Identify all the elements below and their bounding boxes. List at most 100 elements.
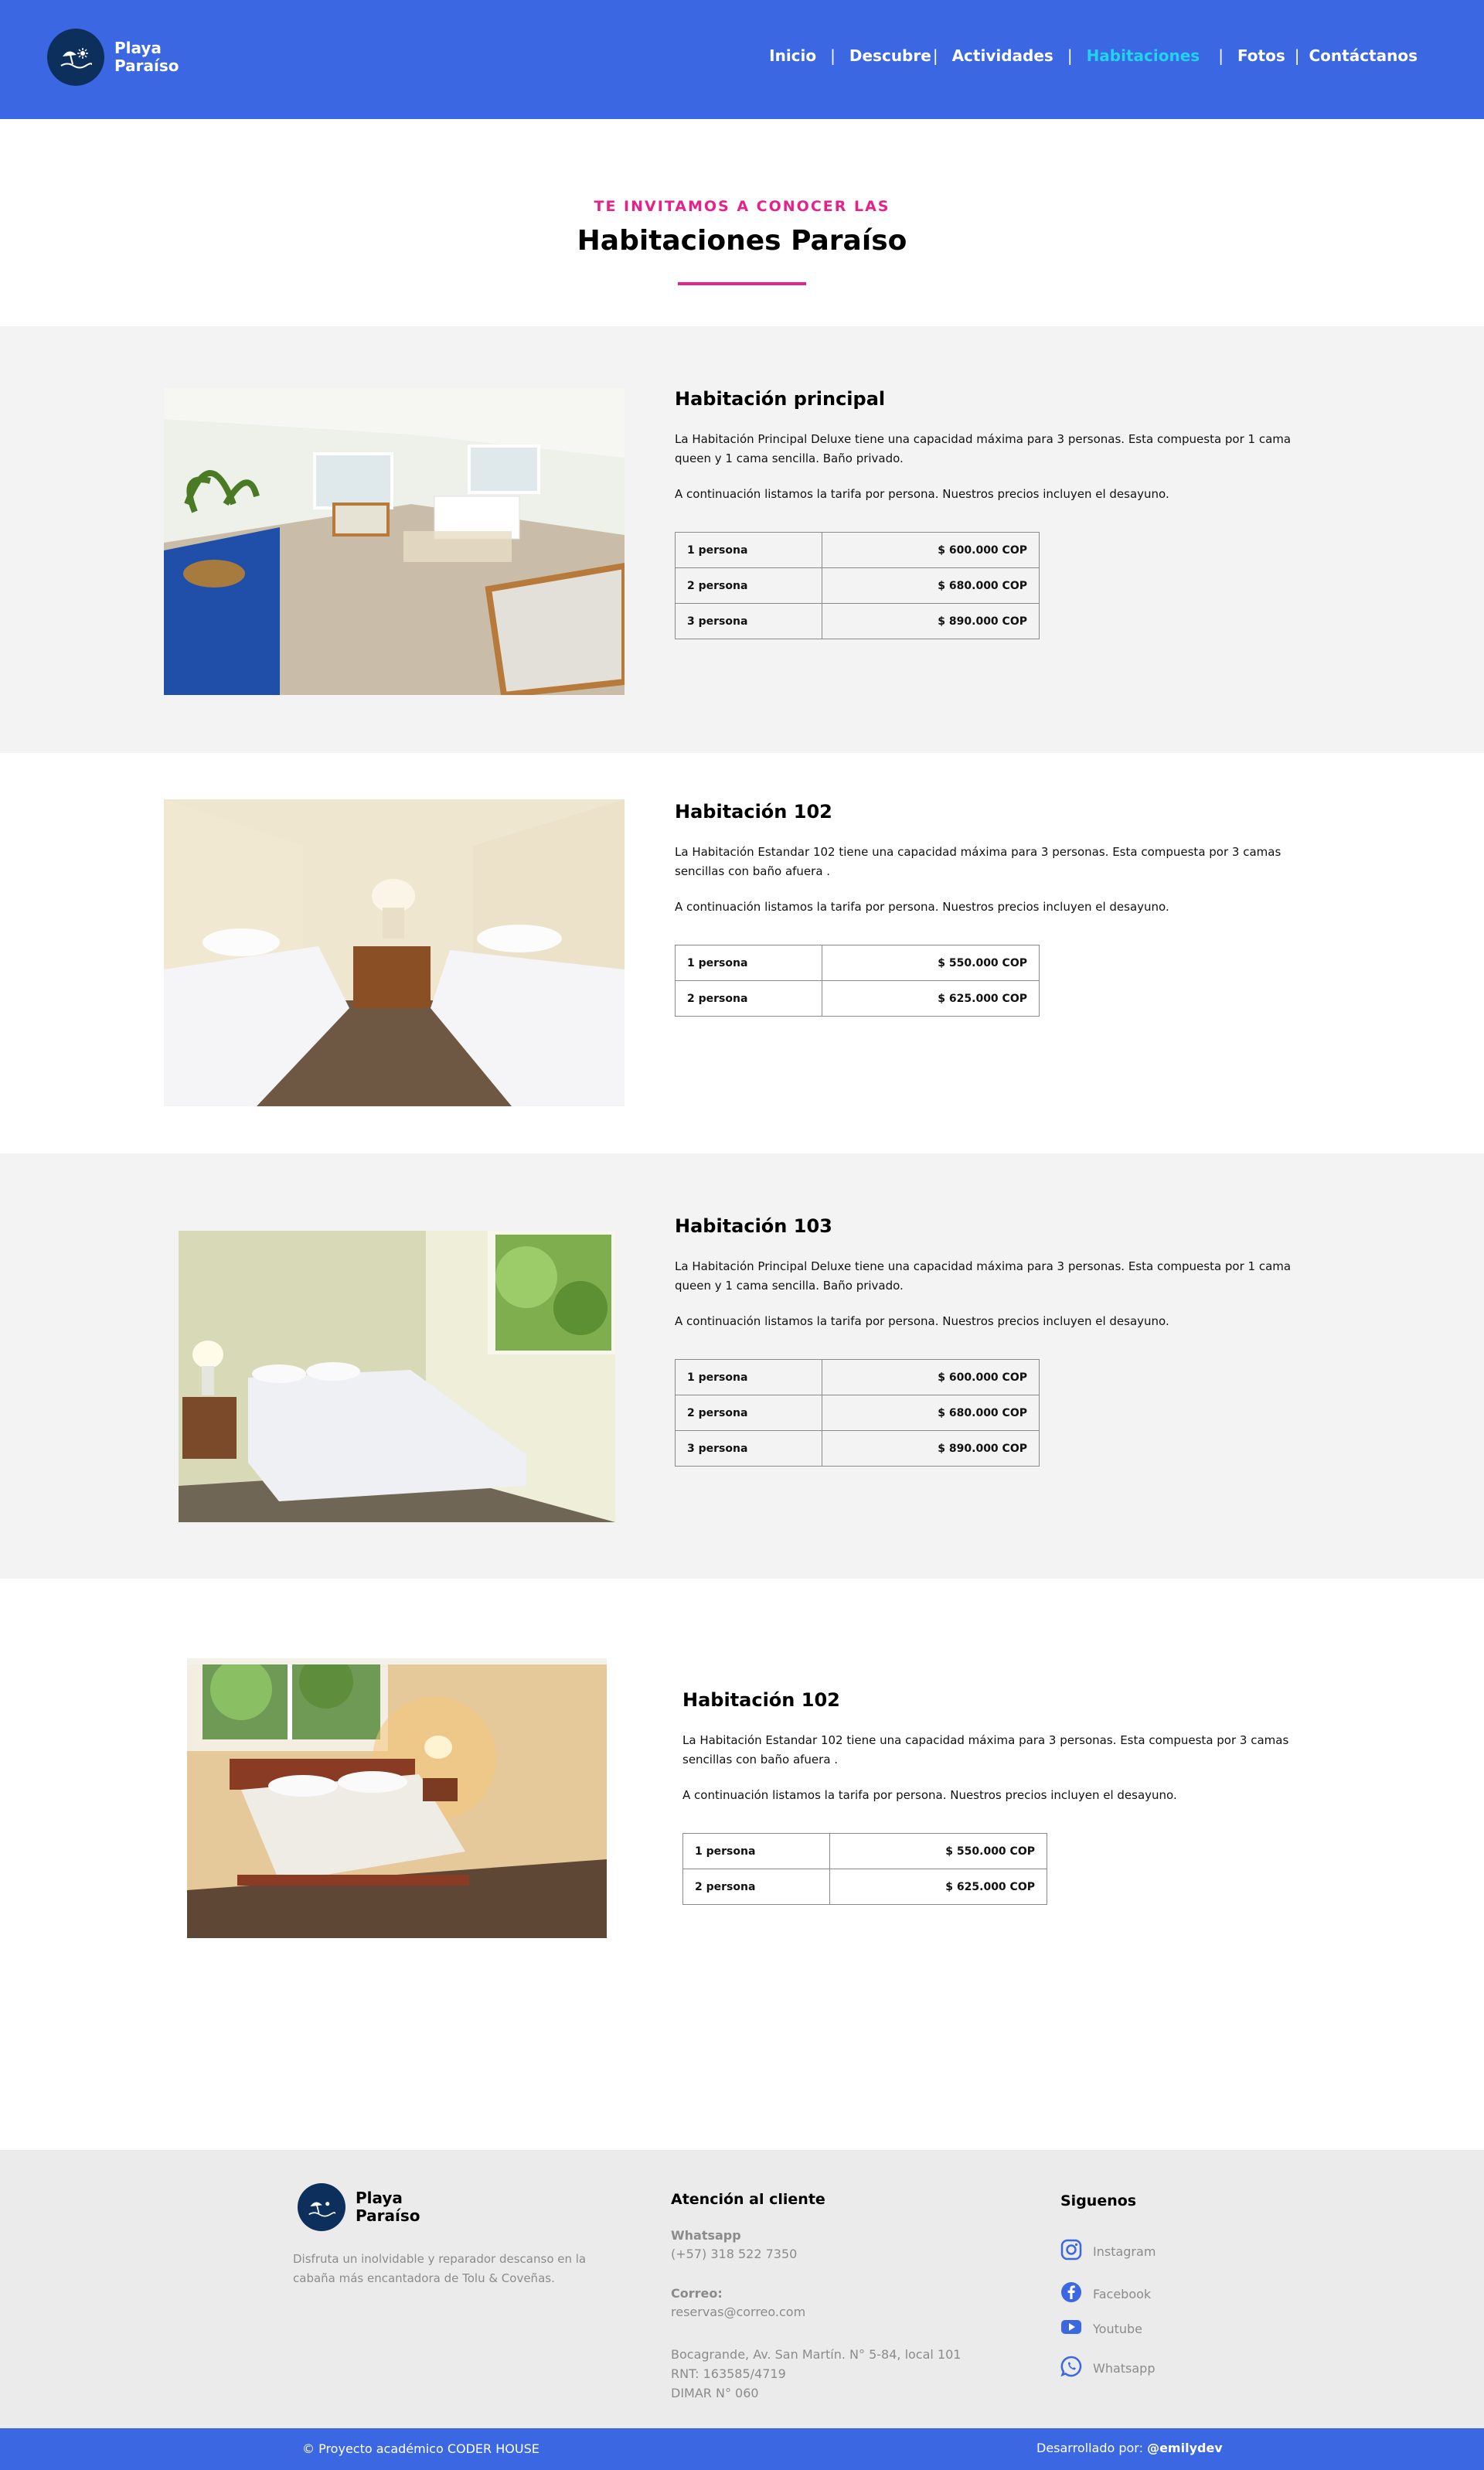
room-info-102: Habitación 102 La Habitación Estandar 10… [675,801,1309,1017]
palm-umbrella-icon [47,29,104,86]
rate-note: A continuación listamos la tarifa por pe… [675,487,1169,501]
developer-credit: Desarrollado por: @emilydev [1036,2441,1223,2455]
rate-table: 1 persona $ 550.000 COP 2 persona $ 625.… [682,1833,1047,1905]
rate-label: 2 persona [675,980,822,1017]
rate-price: $ 550.000 COP [829,1833,1047,1869]
footer-brand-line-1: Playa [356,2189,403,2207]
nav-fotos[interactable]: Fotos [1237,46,1285,65]
table-row: 3 persona $ 890.000 COP [675,603,1040,639]
room-description: La Habitación Principal Deluxe tiene una… [675,432,1292,465]
footer-bottom-bar: © Proyecto académico CODER HOUSE Desarro… [0,2428,1484,2470]
table-row: 1 persona $ 550.000 COP [675,945,1040,981]
copyright-text: © Proyecto académico CODER HOUSE [302,2441,539,2456]
rnt-line: RNT: 163585/4719 [671,2366,786,2381]
nav-contactanos[interactable]: Contáctanos [1309,46,1418,65]
social-label: Whatsapp [1093,2360,1156,2376]
rate-label: 2 persona [675,567,822,604]
room-description: La Habitación Estandar 102 tiene una cap… [682,1733,1289,1766]
nav-separator: | [830,46,836,65]
brand-logo[interactable]: Playa Paraíso [47,29,179,86]
email-address[interactable]: reservas@correo.com [671,2302,805,2322]
rate-note: A continuación listamos la tarifa por pe… [682,1788,1177,1802]
rate-table: 1 persona $ 550.000 COP 2 persona $ 625.… [675,945,1040,1017]
rate-price: $ 680.000 COP [822,1395,1040,1431]
room-photo-103 [179,1231,615,1522]
social-facebook[interactable]: Facebook [1060,2281,1151,2306]
brand-name: Playa Paraíso [114,39,179,75]
rate-label: 3 persona [675,1430,822,1467]
site-header: Playa Paraíso Inicio | Descubre | Activi… [0,0,1484,119]
rate-price: $ 600.000 COP [822,1359,1040,1395]
rate-price: $ 890.000 COP [822,603,1040,639]
room-section-102: Habitación 102 La Habitación Estandar 10… [0,753,1484,1153]
title-divider [678,282,806,285]
support-title: Atención al cliente [671,2191,825,2208]
instagram-icon [1060,2239,1082,2264]
social-title: Siguenos [1060,2192,1137,2209]
nav-descubre[interactable]: Descubre [849,46,931,65]
footer-description: Disfruta un inolvidable y reparador desc… [293,2252,587,2285]
rate-label: 1 persona [675,945,822,981]
address-line: Bocagrande, Av. San Martín. N° 5-84, loc… [671,2347,962,2362]
footer-brand-name: Playa Paraíso [356,2189,420,2225]
palm-umbrella-icon [298,2183,345,2231]
rate-table: 1 persona $ 600.000 COP 2 persona $ 680.… [675,532,1040,639]
room-photo-principal [164,388,625,695]
table-row: 2 persona $ 625.000 COP [675,980,1040,1017]
developer-handle[interactable]: @emilydev [1147,2441,1223,2455]
social-whatsapp[interactable]: Whatsapp [1060,2356,1156,2380]
table-row: 2 persona $ 680.000 COP [675,567,1040,604]
nav-actividades[interactable]: Actividades [952,46,1053,65]
table-row: 3 persona $ 890.000 COP [675,1430,1040,1467]
social-youtube[interactable]: Youtube [1060,2318,1142,2339]
rate-label: 1 persona [675,532,822,568]
nav-inicio[interactable]: Inicio [769,46,816,65]
nav-separator: | [1294,46,1300,65]
rate-label: 1 persona [675,1359,822,1395]
brand-line-2: Paraíso [114,56,179,75]
nav-habitaciones[interactable]: Habitaciones [1087,46,1200,65]
room-section-103: Habitación 103 La Habitación Principal D… [0,1153,1484,1579]
rate-label: 2 persona [682,1869,830,1905]
intro-eyebrow: TE INVITAMOS A CONOCER LAS [594,198,890,215]
nav-separator: | [1218,46,1224,65]
facebook-icon [1060,2281,1082,2306]
page-title: Habitaciones Paraíso [577,225,907,257]
room-title: Habitación 103 [675,1215,832,1237]
dimar-line: DIMAR N° 060 [671,2386,759,2400]
room-info-102-b: Habitación 102 La Habitación Estandar 10… [682,1689,1316,1905]
youtube-icon [1060,2318,1082,2339]
table-row: 1 persona $ 600.000 COP [675,532,1040,568]
rate-table: 1 persona $ 600.000 COP 2 persona $ 680.… [675,1359,1040,1467]
email-label: Correo: [671,2286,723,2301]
social-label: Youtube [1093,2321,1142,2336]
brand-line-1: Playa [114,39,162,57]
table-row: 1 persona $ 600.000 COP [675,1359,1040,1395]
rate-note: A continuación listamos la tarifa por pe… [675,900,1169,914]
room-description: La Habitación Estandar 102 tiene una cap… [675,845,1281,878]
room-section-principal: Habitación principal La Habitación Princ… [0,326,1484,753]
table-row: 2 persona $ 680.000 COP [675,1395,1040,1431]
room-title: Habitación 102 [675,801,832,823]
rate-label: 3 persona [675,603,822,639]
social-label: Instagram [1093,2243,1156,2259]
room-photo-102-b [187,1658,607,1938]
room-title: Habitación principal [675,388,886,410]
footer-brand-logo[interactable]: Playa Paraíso [298,2183,420,2231]
rate-price: $ 550.000 COP [822,945,1040,981]
room-info-principal: Habitación principal La Habitación Princ… [675,388,1309,639]
rate-price: $ 600.000 COP [822,532,1040,568]
whatsapp-label: Whatsapp [671,2228,741,2243]
social-label: Facebook [1093,2286,1152,2301]
rate-price: $ 625.000 COP [822,980,1040,1017]
rate-label: 1 persona [682,1833,830,1869]
site-footer: Playa Paraíso Disfruta un inolvidable y … [0,2150,1484,2428]
table-row: 1 persona $ 550.000 COP [682,1833,1047,1869]
nav-separator: | [1067,46,1073,65]
whatsapp-number[interactable]: (+57) 318 522 7350 [671,2244,797,2264]
rate-label: 2 persona [675,1395,822,1431]
rate-price: $ 625.000 COP [829,1869,1047,1905]
room-description: La Habitación Principal Deluxe tiene una… [675,1259,1292,1293]
footer-brand-line-2: Paraíso [356,2206,420,2225]
social-instagram[interactable]: Instagram [1060,2239,1156,2264]
